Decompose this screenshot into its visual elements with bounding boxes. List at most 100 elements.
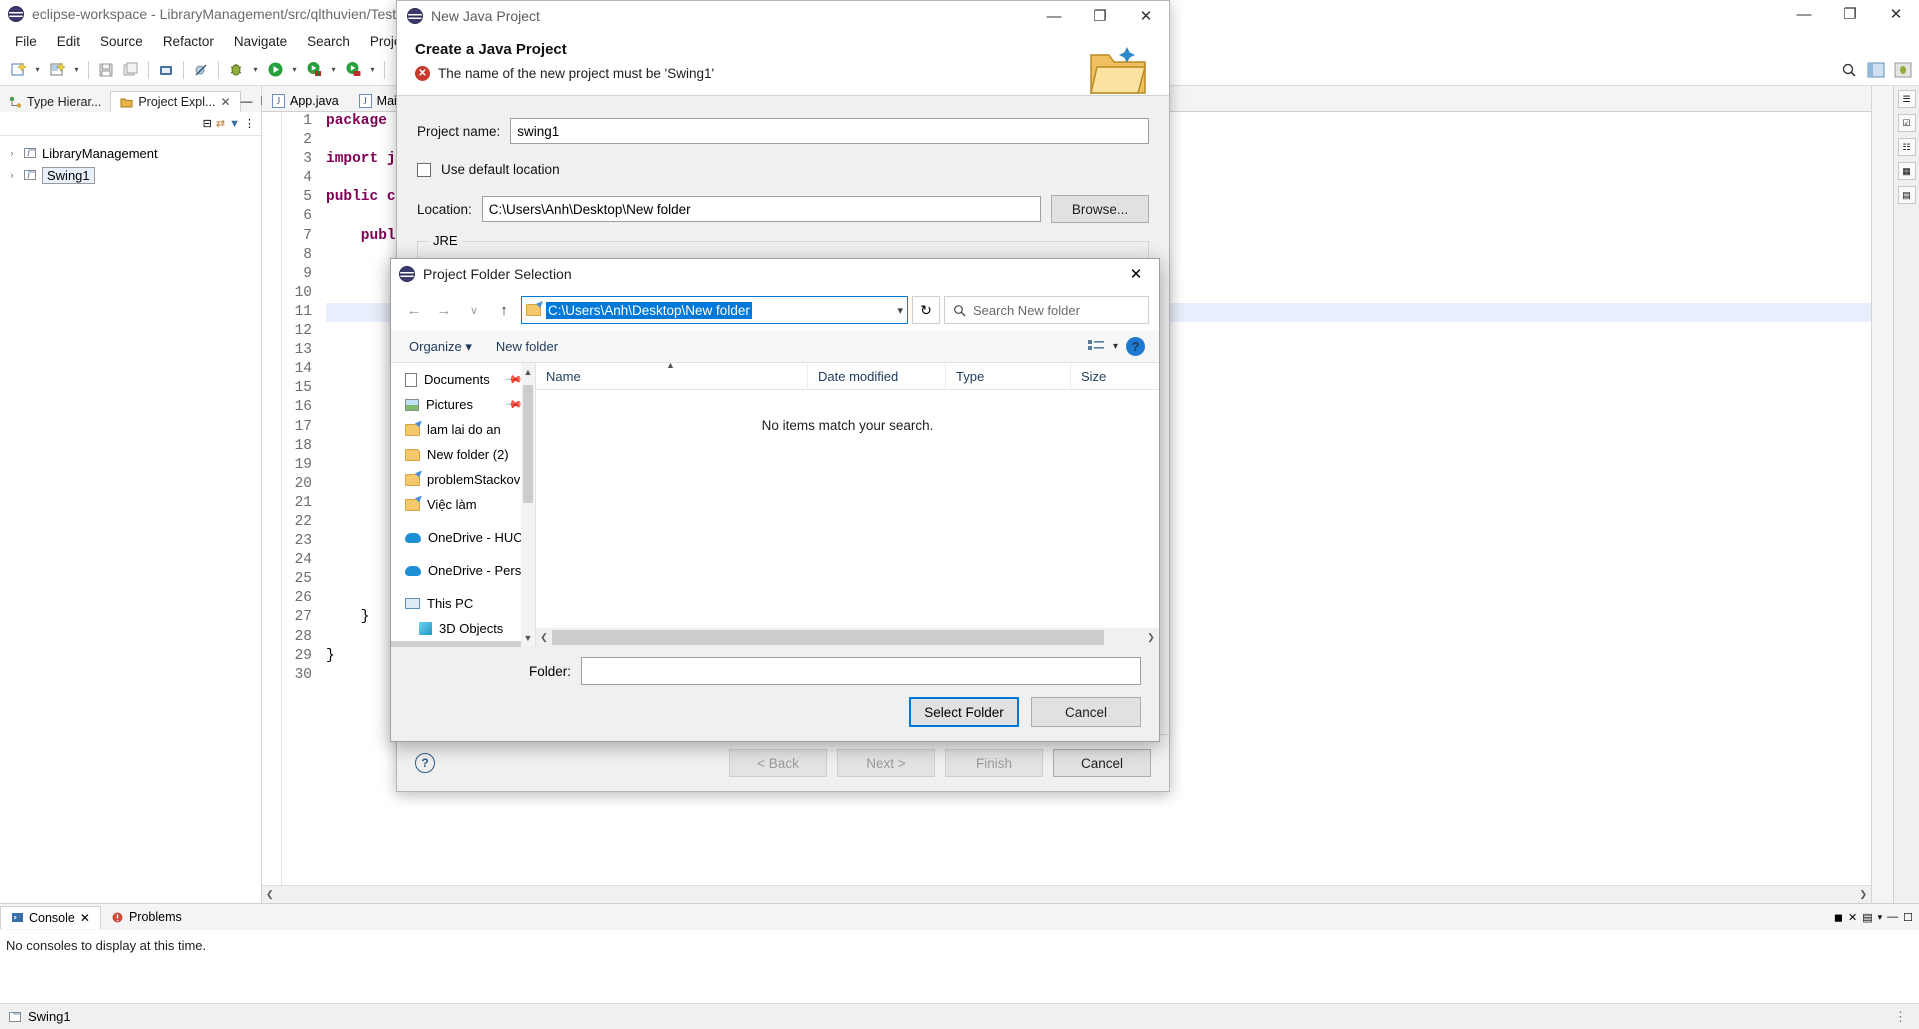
help-icon[interactable]: ? xyxy=(1126,337,1145,356)
new-folder-button[interactable]: New folder xyxy=(496,339,558,354)
sidebar-item-this-pc[interactable]: This PC xyxy=(391,591,535,616)
sidebar-item-desktop[interactable]: Desktop xyxy=(391,641,535,647)
njp-close-button[interactable]: ✕ xyxy=(1123,1,1169,31)
terminate-icon[interactable]: ◼ xyxy=(1834,911,1843,924)
scroll-right-icon[interactable]: ❯ xyxy=(1143,632,1159,643)
menu-item-refactor[interactable]: Refactor xyxy=(154,31,223,52)
scroll-up-icon[interactable]: ▲ xyxy=(524,363,533,377)
editor-tab-app-java[interactable]: J App.java xyxy=(262,91,349,111)
run-caret-icon[interactable]: ▾ xyxy=(288,65,301,74)
select-folder-button[interactable]: Select Folder xyxy=(909,697,1019,727)
sidebar-item-documents[interactable]: Documents 📌 xyxy=(391,367,535,392)
sidebar-scrollbar[interactable]: ▲ ▼ xyxy=(521,363,535,647)
new-class-caret-icon[interactable]: ▾ xyxy=(70,65,83,74)
new-wizard-icon[interactable] xyxy=(6,58,30,82)
open-console-caret-icon[interactable]: ▾ xyxy=(1878,912,1883,923)
minimized-view-icon[interactable]: ▦ xyxy=(1897,162,1916,180)
tree-item-librarymanagement[interactable]: › J LibraryManagement xyxy=(0,142,261,164)
browse-button[interactable]: Browse... xyxy=(1051,195,1149,223)
menu-item-edit[interactable]: Edit xyxy=(48,31,89,52)
display-selected-console-icon[interactable]: ▤ xyxy=(1862,911,1872,924)
run-external-tools-icon[interactable] xyxy=(302,58,326,82)
njp-cancel-button[interactable]: Cancel xyxy=(1053,749,1151,777)
print-icon[interactable] xyxy=(154,58,178,82)
tab-project-explorer[interactable]: Project Expl... ✕ xyxy=(110,91,241,112)
tab-problems[interactable]: Problems xyxy=(101,906,192,928)
tab-type-hierarchy[interactable]: Type Hierar... xyxy=(0,92,110,112)
tab-console[interactable]: Console ✕ xyxy=(0,905,101,929)
sidebar-item-lam-lai-do-an[interactable]: lam lai do an xyxy=(391,417,535,442)
address-bar[interactable]: C:\Users\Anh\Desktop\New folder ▾ xyxy=(521,296,908,324)
sidebar-item-onedrive-huce[interactable]: OneDrive - HUCE xyxy=(391,525,535,550)
scroll-left-icon[interactable]: ❮ xyxy=(262,889,278,900)
sidebar-item-viec-lam[interactable]: Việc làm xyxy=(391,492,535,517)
external-tools-caret-icon[interactable]: ▾ xyxy=(327,65,340,74)
njp-maximize-button[interactable]: ❐ xyxy=(1077,1,1123,31)
minimize-view-icon[interactable]: — xyxy=(241,94,253,108)
up-icon[interactable]: ↑ xyxy=(491,297,517,323)
collapse-all-icon[interactable]: ⊟ xyxy=(203,117,212,130)
pfs-sidebar[interactable]: Documents 📌 Pictures 📌 lam lai do an New… xyxy=(391,363,536,647)
change-view-caret-icon[interactable]: ▾ xyxy=(1113,341,1118,352)
hscrollbar-thumb[interactable] xyxy=(552,630,1104,645)
minimize-button[interactable]: — xyxy=(1781,0,1827,28)
scrollbar-thumb[interactable] xyxy=(523,385,533,503)
sidebar-item-pictures[interactable]: Pictures 📌 xyxy=(391,392,535,417)
sidebar-item-onedrive-personal[interactable]: OneDrive - Person xyxy=(391,558,535,583)
change-view-icon[interactable] xyxy=(1087,339,1105,354)
debug-caret-icon[interactable]: ▾ xyxy=(249,65,262,74)
debug-perspective-icon[interactable] xyxy=(1891,58,1915,82)
maximize-console-icon[interactable]: ☐ xyxy=(1903,911,1913,924)
menu-item-source[interactable]: Source xyxy=(91,31,152,52)
menu-item-file[interactable]: File xyxy=(6,31,46,52)
use-default-location-label[interactable]: Use default location xyxy=(441,162,560,177)
run-last-tool-icon[interactable] xyxy=(341,58,365,82)
recent-locations-icon[interactable]: ∨ xyxy=(461,297,487,323)
task-list-icon[interactable]: ☑ xyxy=(1897,114,1916,132)
chevron-down-icon[interactable]: ▾ xyxy=(897,304,903,317)
filter-icon[interactable]: ▼ xyxy=(229,118,240,130)
tree-item-swing1[interactable]: › J Swing1 xyxy=(0,164,261,186)
organize-button[interactable]: Organize ▾ xyxy=(409,339,472,355)
skip-breakpoints-icon[interactable] xyxy=(189,58,213,82)
java-perspective-icon[interactable] xyxy=(1864,58,1888,82)
finish-button[interactable]: Finish xyxy=(945,749,1043,777)
help-icon[interactable]: ? xyxy=(415,753,435,773)
minimize-console-icon[interactable]: — xyxy=(1887,911,1898,923)
new-java-class-icon[interactable] xyxy=(45,58,69,82)
column-header-date-modified[interactable]: Date modified xyxy=(808,363,946,389)
pfs-close-button[interactable]: ✕ xyxy=(1113,259,1159,289)
chevron-right-icon[interactable]: › xyxy=(6,148,18,158)
address-value[interactable]: C:\Users\Anh\Desktop\New folder xyxy=(546,301,752,319)
editor-horizontal-scrollbar[interactable]: ❮ ❯ xyxy=(262,885,1871,903)
back-button[interactable]: < Back xyxy=(729,749,827,777)
project-name-input[interactable]: swing1 xyxy=(510,118,1149,144)
njp-minimize-button[interactable]: — xyxy=(1031,1,1077,31)
chevron-right-icon[interactable]: › xyxy=(6,170,18,180)
menu-item-navigate[interactable]: Navigate xyxy=(225,31,296,52)
view-menu-icon[interactable]: ⋮ xyxy=(244,117,255,130)
scroll-left-icon[interactable]: ❮ xyxy=(536,632,552,643)
sidebar-item-problemstackov[interactable]: problemStackov xyxy=(391,467,535,492)
sidebar-item-new-folder-2[interactable]: New folder (2) xyxy=(391,442,535,467)
tab-close-icon[interactable]: ✕ xyxy=(80,911,90,925)
save-all-icon[interactable] xyxy=(119,58,143,82)
menu-item-search[interactable]: Search xyxy=(298,31,359,52)
package-explorer-icon[interactable]: ☷ xyxy=(1897,138,1916,156)
link-with-editor-icon[interactable]: ⇄ xyxy=(216,117,225,130)
file-list-horizontal-scrollbar[interactable]: ❮ ❯ xyxy=(536,628,1159,647)
maximize-button[interactable]: ❐ xyxy=(1827,0,1873,28)
location-input[interactable]: C:\Users\Anh\Desktop\New folder xyxy=(481,196,1041,222)
back-icon[interactable]: ← xyxy=(401,297,427,323)
use-default-location-checkbox[interactable] xyxy=(417,162,431,177)
debug-icon[interactable] xyxy=(224,58,248,82)
run-icon[interactable] xyxy=(263,58,287,82)
next-button[interactable]: Next > xyxy=(837,749,935,777)
column-header-size[interactable]: Size xyxy=(1071,363,1159,389)
run-last-caret-icon[interactable]: ▾ xyxy=(366,65,379,74)
folder-input[interactable] xyxy=(581,657,1141,685)
scroll-down-icon[interactable]: ▼ xyxy=(524,633,533,647)
refresh-icon[interactable]: ↻ xyxy=(912,296,940,324)
tab-close-icon[interactable]: ✕ xyxy=(220,95,230,109)
search-box[interactable]: Search New folder xyxy=(944,296,1149,324)
